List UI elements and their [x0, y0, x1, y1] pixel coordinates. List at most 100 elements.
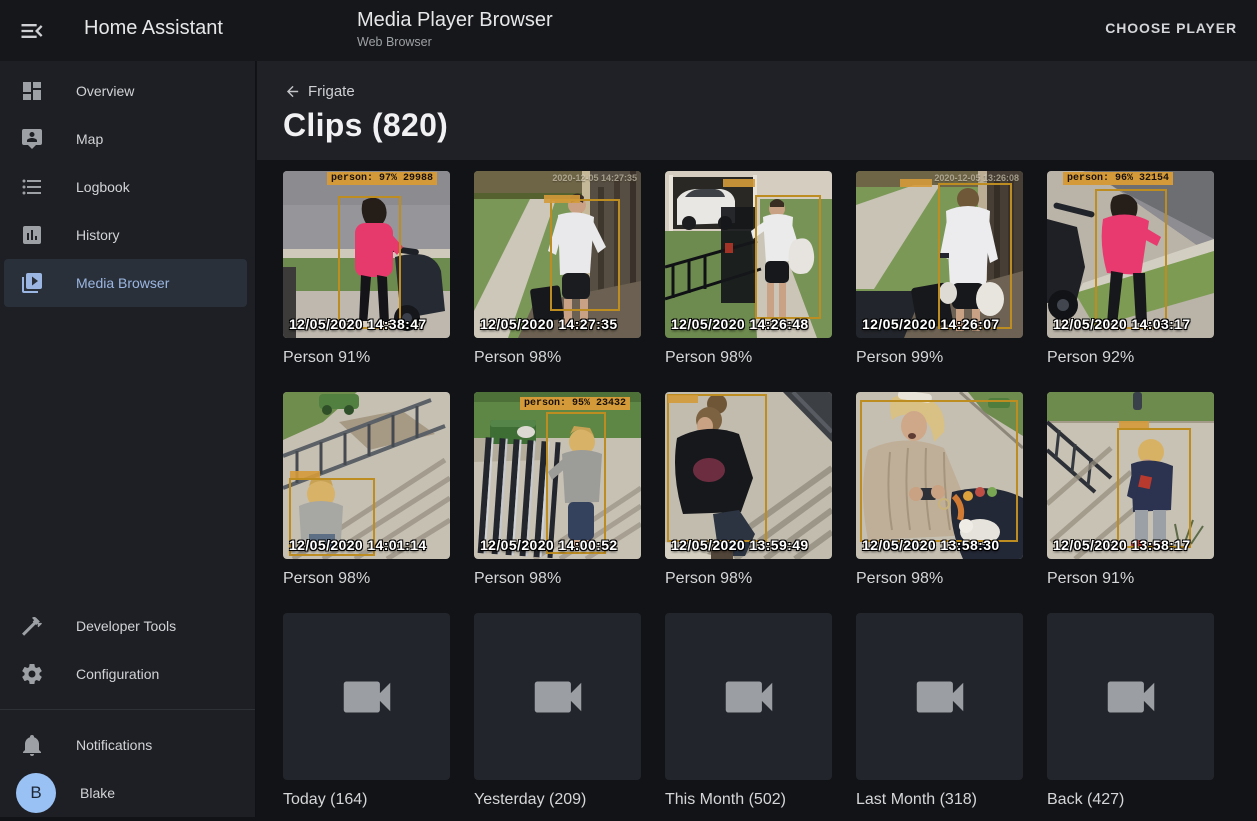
- detection-tag-small: [544, 195, 580, 203]
- folder-label: This Month (502): [665, 790, 832, 821]
- detection-tag-small: [668, 395, 698, 403]
- folder-card-last-month[interactable]: Last Month (318): [856, 613, 1023, 821]
- folder-thumbnail: [1047, 613, 1214, 780]
- folder-label: Today (164): [283, 790, 450, 821]
- folder-label: Last Month (318): [856, 790, 1023, 821]
- detection-tag: person: 95% 23432: [520, 397, 630, 410]
- list-icon: [20, 175, 44, 199]
- clip-thumbnail-image: 12/05/2020 14:01:14: [283, 392, 450, 559]
- clip-caption: Person 92%: [1047, 348, 1214, 379]
- detection-tag: person: 96% 32154: [1063, 172, 1173, 185]
- detection-bbox: [938, 183, 1012, 329]
- page-title: Clips (820): [283, 107, 448, 144]
- sidebar-spacer: [0, 307, 255, 602]
- detection-tag: person: 97% 29988: [327, 172, 437, 185]
- folder-thumbnail: [856, 613, 1023, 780]
- sidebar-item-configuration[interactable]: Configuration: [4, 650, 247, 698]
- folder-card-today[interactable]: Today (164): [283, 613, 450, 821]
- breadcrumb[interactable]: Frigate: [284, 83, 355, 100]
- clip-timestamp: 12/05/2020 14:00:52: [480, 537, 618, 553]
- folder-card-yesterday[interactable]: Yesterday (209): [474, 613, 641, 821]
- sidebar-item-logbook[interactable]: Logbook: [4, 163, 247, 211]
- detection-tag-small: [290, 471, 320, 478]
- detection-tag-small: [1119, 421, 1149, 428]
- detection-bbox: [860, 400, 1018, 542]
- detection-bbox: [667, 394, 767, 542]
- clip-timestamp: 12/05/2020 13:58:30: [862, 537, 1000, 553]
- clip-thumbnail-image: person: 95% 23432 12/05/2020 14:00:52: [474, 392, 641, 559]
- play-box-multiple-icon: [20, 271, 44, 295]
- content-header: Frigate Clips (820): [257, 61, 1257, 160]
- media-browser-subtitle: Web Browser: [357, 35, 553, 49]
- sidebar-item-notifications[interactable]: Notifications: [4, 721, 247, 769]
- clip-card[interactable]: 12/05/2020 13:58:30 Person 98%: [856, 392, 1023, 600]
- folder-thumbnail: [665, 613, 832, 780]
- dashboard-icon: [20, 79, 44, 103]
- sidebar-toggle-icon[interactable]: [18, 17, 46, 45]
- clip-timestamp: 12/05/2020 13:58:17: [1053, 537, 1191, 553]
- clip-card[interactable]: 12/05/2020 13:58:17 Person 91%: [1047, 392, 1214, 600]
- clip-caption: Person 91%: [283, 348, 450, 379]
- media-grid: person: 97% 29988 12/05/2020 14:38:47 Pe…: [257, 160, 1257, 817]
- sidebar-item-media-browser[interactable]: Media Browser: [4, 259, 247, 307]
- clip-thumbnail-image: 12/05/2020 13:58:17: [1047, 392, 1214, 559]
- clip-caption: Person 99%: [856, 348, 1023, 379]
- page-title-block: Media Player Browser Web Browser: [357, 9, 553, 49]
- clip-timestamp: 12/05/2020 14:03:17: [1053, 316, 1191, 332]
- camera-osd-timestamp: 2020-12-05 14:27:35: [552, 173, 637, 183]
- sidebar: Overview Map Logbook History Media Brows…: [0, 61, 256, 817]
- breadcrumb-label: Frigate: [308, 83, 355, 100]
- folder-card-this-month[interactable]: This Month (502): [665, 613, 832, 821]
- sidebar-item-user[interactable]: B Blake: [4, 769, 247, 817]
- app-title: Home Assistant: [84, 17, 223, 40]
- clip-card[interactable]: 12/05/2020 14:01:14 Person 98%: [283, 392, 450, 600]
- clip-card[interactable]: person: 96% 32154 12/05/2020 14:03:17 Pe…: [1047, 171, 1214, 379]
- clip-caption: Person 98%: [283, 569, 450, 600]
- choose-player-button[interactable]: CHOOSE PLAYER: [1105, 20, 1237, 36]
- folder-card-back[interactable]: Back (427): [1047, 613, 1214, 821]
- clip-card[interactable]: person: 97% 29988 12/05/2020 14:38:47 Pe…: [283, 171, 450, 379]
- clip-timestamp: 12/05/2020 14:26:07: [862, 316, 1000, 332]
- clip-thumbnail-image: 12/05/2020 13:59:49: [665, 392, 832, 559]
- video-camera-icon: [336, 666, 398, 728]
- media-browser-title: Media Player Browser: [357, 9, 553, 32]
- camera-osd-timestamp: 2020-12-05 13:26:08: [934, 173, 1019, 183]
- folder-label: Back (427): [1047, 790, 1214, 821]
- sidebar-item-map[interactable]: Map: [4, 115, 247, 163]
- sidebar-item-history[interactable]: History: [4, 211, 247, 259]
- clip-card[interactable]: person: 95% 23432 12/05/2020 14:00:52 Pe…: [474, 392, 641, 600]
- clip-thumbnail-image: 12/05/2020 13:58:30: [856, 392, 1023, 559]
- clip-card[interactable]: 2020-12-05 13:26:08 12/05/2020 14:26:07 …: [856, 171, 1023, 379]
- clip-card[interactable]: 12/05/2020 14:26:48 Person 98%: [665, 171, 832, 379]
- video-camera-icon: [527, 666, 589, 728]
- clip-thumbnail-image: person: 96% 32154 12/05/2020 14:03:17: [1047, 171, 1214, 338]
- sidebar-item-overview[interactable]: Overview: [4, 67, 247, 115]
- detection-bbox: [755, 195, 821, 319]
- arrow-left-icon: [284, 83, 301, 100]
- clip-caption: Person 98%: [856, 569, 1023, 600]
- video-camera-icon: [718, 666, 780, 728]
- clip-thumbnail-image: 2020-12-05 14:27:35 12/05/2020 14:27:35: [474, 171, 641, 338]
- clip-timestamp: 12/05/2020 14:01:14: [289, 537, 427, 553]
- detection-tag-small: [900, 179, 932, 187]
- clip-caption: Person 98%: [665, 569, 832, 600]
- clip-caption: Person 98%: [474, 569, 641, 600]
- clip-timestamp: 12/05/2020 14:26:48: [671, 316, 809, 332]
- detection-tag-small: [723, 179, 755, 187]
- folder-thumbnail: [283, 613, 450, 780]
- clip-caption: Person 91%: [1047, 569, 1214, 600]
- gear-icon: [20, 662, 44, 686]
- clip-timestamp: 12/05/2020 14:38:47: [289, 316, 427, 332]
- app-header: Home Assistant Media Player Browser Web …: [0, 0, 1257, 61]
- folder-thumbnail: [474, 613, 641, 780]
- clip-card[interactable]: 2020-12-05 14:27:35 12/05/2020 14:27:35 …: [474, 171, 641, 379]
- video-camera-icon: [1100, 666, 1162, 728]
- detection-bbox: [338, 196, 401, 329]
- detection-bbox: [546, 412, 606, 554]
- sidebar-item-developer-tools[interactable]: Developer Tools: [4, 602, 247, 650]
- clip-timestamp: 12/05/2020 13:59:49: [671, 537, 809, 553]
- user-avatar: B: [16, 773, 56, 813]
- clip-card[interactable]: 12/05/2020 13:59:49 Person 98%: [665, 392, 832, 600]
- hammer-icon: [20, 614, 44, 638]
- detection-bbox: [550, 199, 620, 311]
